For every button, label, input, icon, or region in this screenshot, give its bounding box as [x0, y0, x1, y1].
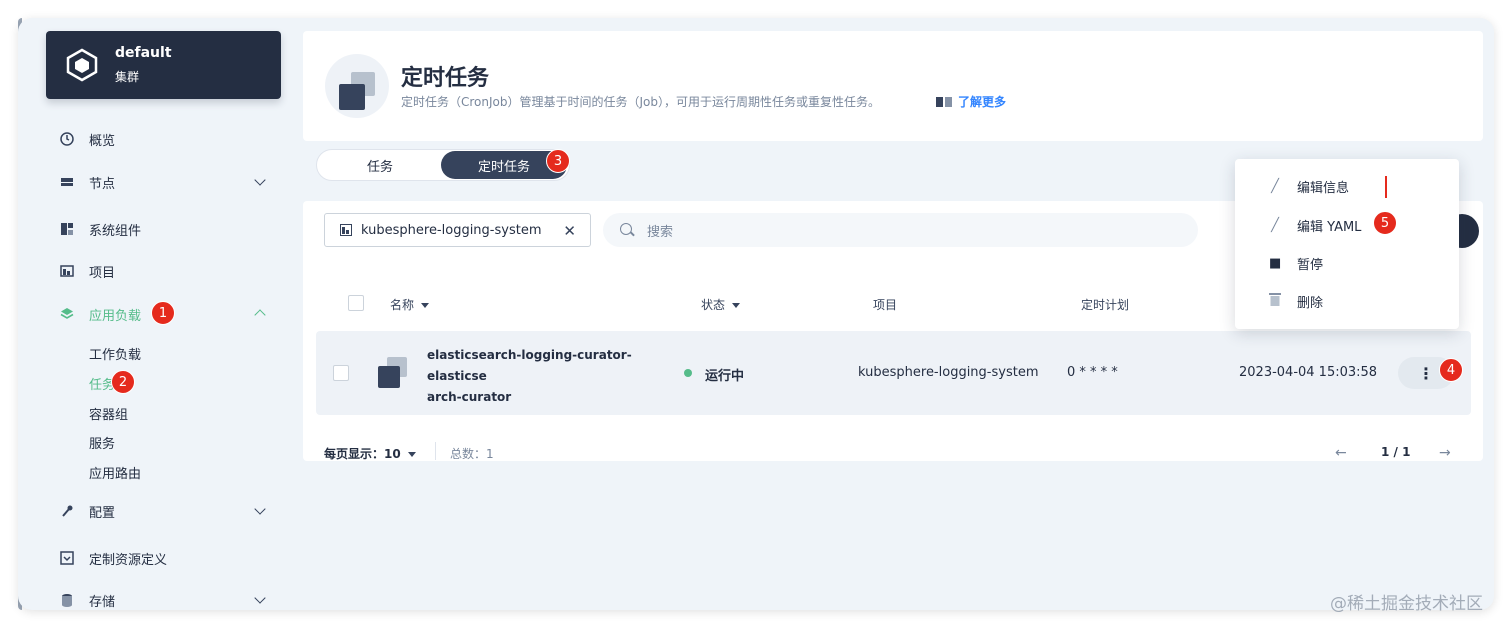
menu-item-edit-info[interactable]: ╱ 编辑信息: [1269, 176, 1349, 196]
column-header-status[interactable]: 状态: [701, 296, 741, 313]
project-cell: kubesphere-logging-system: [858, 365, 1039, 380]
caret-down-icon: [732, 303, 741, 308]
status-text: 运行中: [705, 369, 745, 384]
cluster-name: default: [115, 45, 172, 61]
crd-icon: [60, 551, 74, 565]
total-count: 总数：1: [450, 447, 494, 461]
namespace-value: kubesphere-logging-system: [361, 222, 542, 238]
sidebar-subitem-pods[interactable]: 容器组: [89, 404, 128, 423]
sidebar-item-storage[interactable]: 存储: [60, 588, 270, 610]
cluster-card[interactable]: default 集群: [46, 31, 281, 99]
cronjob-name-link[interactable]: elasticsearch-logging-curator-elasticse …: [427, 345, 667, 408]
column-header-name[interactable]: 名称: [390, 296, 430, 313]
sidebar-item-label: 定制资源定义: [89, 552, 168, 568]
caret-down-icon: [407, 452, 416, 457]
wrench-icon: [62, 505, 73, 517]
chevron-down-icon: [254, 174, 266, 186]
chevron-down-icon: [254, 503, 266, 515]
sidebar-subitem-services[interactable]: 服务: [89, 433, 115, 452]
sidebar-item-crd[interactable]: 定制资源定义: [60, 546, 270, 570]
search-input[interactable]: 搜索: [603, 213, 1198, 247]
sidebar-item-config[interactable]: 配置: [60, 499, 270, 523]
sidebar-item-label: 系统组件: [89, 223, 142, 239]
sidebar-item-nodes[interactable]: 节点: [60, 170, 270, 194]
select-all-checkbox[interactable]: [348, 295, 364, 311]
sidebar-item-label: 项目: [89, 265, 116, 281]
sidebar-item-projects[interactable]: 项目: [60, 259, 270, 283]
row-checkbox[interactable]: [333, 365, 349, 381]
tab-switch: 任务 定时任务: [316, 149, 570, 181]
sidebar-item-label: 存储: [89, 594, 116, 610]
project-icon: [60, 265, 74, 277]
prev-page-button[interactable]: ←: [1335, 445, 1347, 461]
sidebar-item-label: 应用负载: [89, 308, 142, 324]
page-header: 定时任务 定时任务（CronJob）管理基于时间的任务（Job），可用于运行周期…: [303, 31, 1483, 141]
sidebar-item-overview[interactable]: 概览: [60, 127, 270, 151]
console-window: default 集群 概览 节点 系统组件 项目 应用负载 1 工作负载 任务 …: [18, 18, 1494, 610]
step-badge-2: 2: [111, 370, 135, 394]
dashboard-icon: [60, 132, 74, 146]
sidebar-item-label: 节点: [89, 176, 116, 192]
time-cell: 2023-04-04 15:03:58: [1239, 365, 1378, 380]
step-badge-5: 5: [1373, 211, 1397, 235]
watermark: @稀土掘金技术社区: [1330, 594, 1483, 614]
sidebar-subitem-ingress[interactable]: 应用路由: [89, 463, 141, 482]
book-icon: [936, 96, 952, 107]
sidebar-item-label: 概览: [89, 133, 116, 149]
stop-icon: ■: [1269, 255, 1282, 271]
page-size-select[interactable]: 每页显示：10: [324, 445, 416, 462]
step-badge-3: 3: [546, 149, 570, 173]
pen-icon: ╱: [1271, 217, 1279, 233]
column-header-schedule: 定时计划: [1081, 298, 1130, 312]
cronjob-description: -: [427, 387, 431, 400]
chevron-up-icon: [254, 309, 266, 321]
cronjob-icon: [325, 54, 389, 118]
tab-jobs[interactable]: 任务: [319, 151, 441, 179]
learn-more-label: 了解更多: [958, 95, 1007, 109]
search-placeholder: 搜索: [647, 224, 674, 240]
divider: [435, 442, 436, 460]
cluster-subtitle: 集群: [115, 70, 140, 84]
page-description: 定时任务（CronJob）管理基于时间的任务（Job），可用于运行周期性任务或重…: [401, 95, 880, 109]
step-badge-1: 1: [151, 301, 175, 325]
text-cursor: [1385, 176, 1387, 198]
close-icon[interactable]: ✕: [563, 222, 576, 240]
column-header-project: 项目: [873, 298, 898, 312]
more-actions-menu: ╱ 编辑信息 ╱ 编辑 YAML ■ 暂停 删除: [1235, 159, 1459, 329]
namespace-filter[interactable]: kubesphere-logging-system ✕: [324, 213, 591, 247]
menu-item-pause[interactable]: ■ 暂停: [1269, 253, 1323, 273]
pen-icon: ╱: [1271, 178, 1279, 194]
cronjob-icon: [378, 357, 407, 388]
next-page-button[interactable]: →: [1439, 445, 1451, 461]
status-dot: [684, 369, 692, 377]
caret-down-icon: [421, 303, 430, 308]
sidebar-item-label: 配置: [89, 505, 116, 521]
server-icon: [61, 178, 73, 186]
sidebar-item-components[interactable]: 系统组件: [60, 217, 270, 241]
schedule-cell: 0 * * * *: [1067, 365, 1118, 380]
step-badge-4: 4: [1439, 358, 1463, 382]
learn-more-link[interactable]: 了解更多: [936, 93, 1006, 110]
project-icon: [340, 224, 352, 236]
page-title: 定时任务: [401, 66, 490, 91]
page-indicator: 1 / 1: [1381, 445, 1411, 459]
components-icon: [61, 223, 73, 235]
layers-icon: [60, 308, 74, 319]
database-icon: [62, 594, 72, 607]
trash-icon: [1269, 292, 1281, 310]
search-icon: [620, 223, 632, 235]
table-row[interactable]: elasticsearch-logging-curator-elasticse …: [316, 331, 1471, 415]
menu-item-edit-yaml[interactable]: ╱ 编辑 YAML: [1269, 215, 1361, 235]
chevron-down-icon: [254, 592, 266, 604]
sidebar-subitem-workloads[interactable]: 工作负载: [89, 344, 141, 363]
cluster-icon: [66, 48, 98, 82]
menu-item-delete[interactable]: 删除: [1269, 291, 1323, 311]
